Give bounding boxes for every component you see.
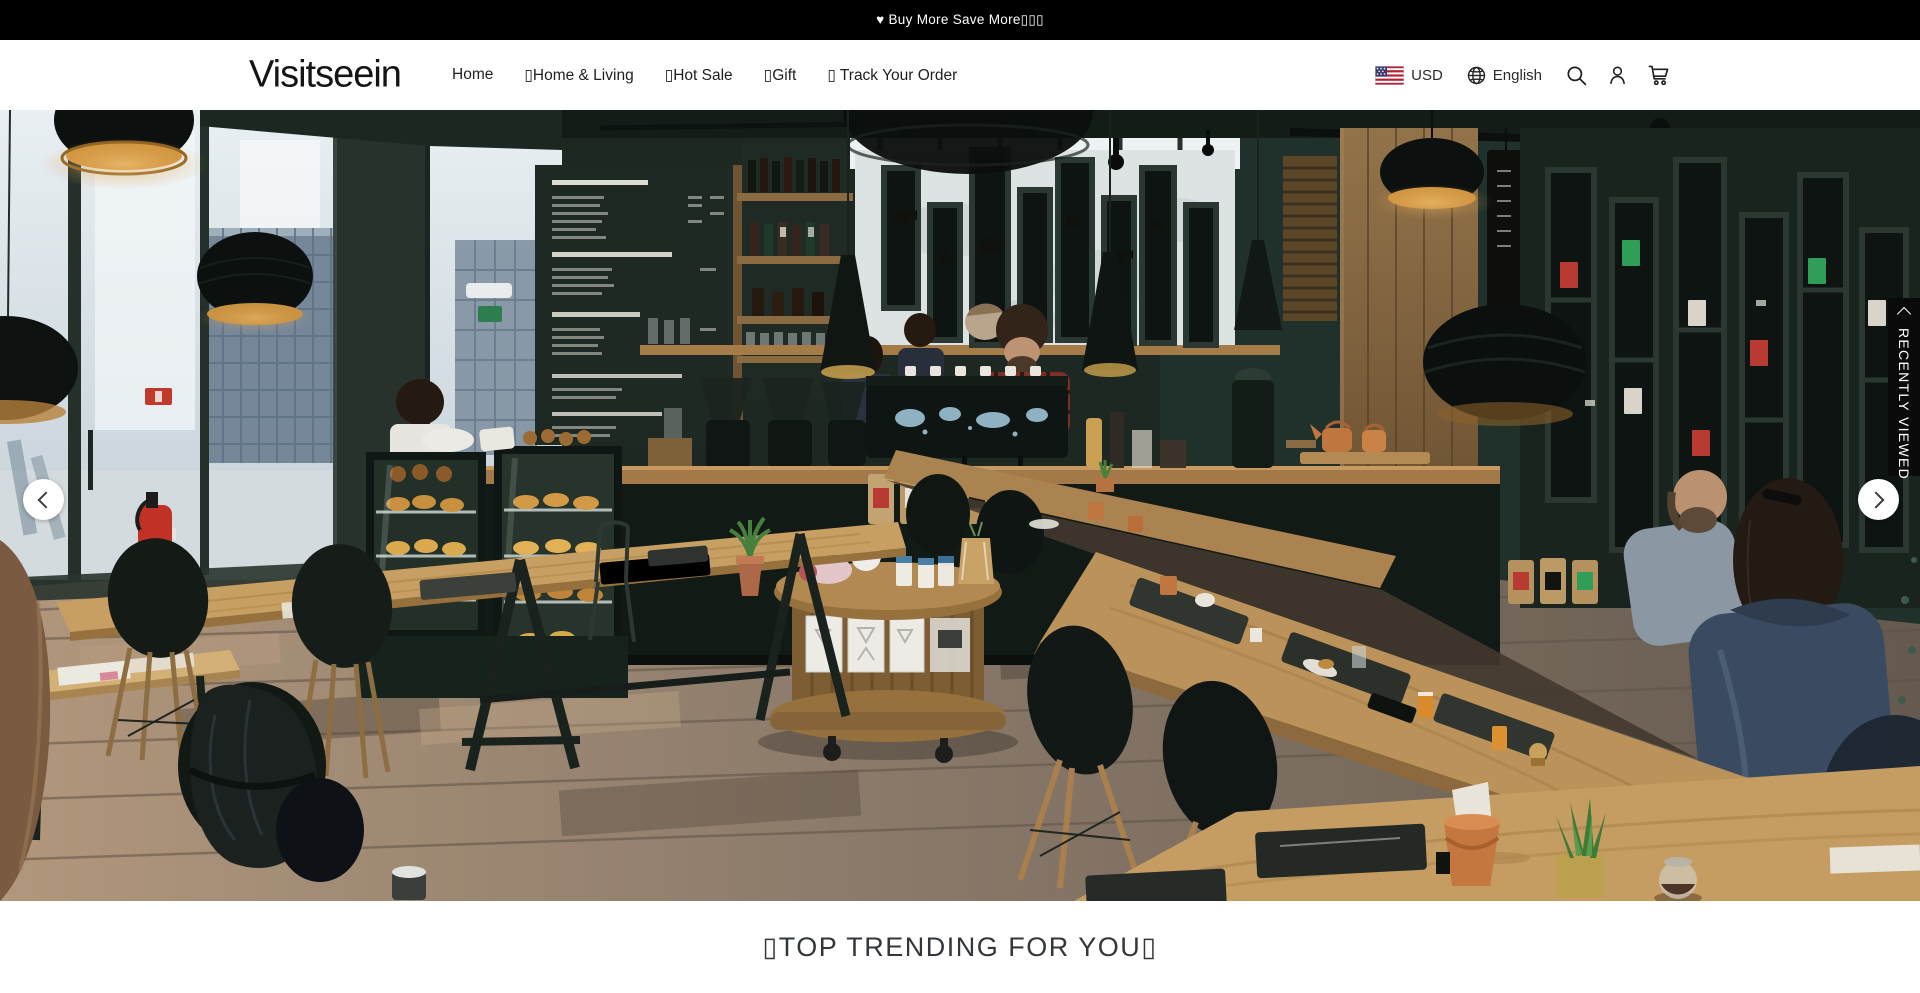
site-header: Visitseein Home ▯Home & Living ▯Hot Sale… — [0, 40, 1920, 110]
site-logo[interactable]: Visitseein — [249, 54, 401, 97]
trending-heading: ▯TOP TRENDING FOR YOU▯ — [762, 932, 1157, 963]
nav-item-track-order[interactable]: ▯ Track Your Order — [827, 66, 957, 85]
cart-icon — [1647, 64, 1670, 86]
us-flag-icon — [1375, 66, 1404, 85]
nav-item-home[interactable]: Home — [452, 66, 493, 84]
nav-item-gift[interactable]: ▯Gift — [764, 66, 797, 85]
account-icon — [1607, 64, 1628, 86]
header-controls: USD English — [1375, 40, 1670, 110]
search-button[interactable] — [1565, 64, 1588, 87]
hero-carousel: RECENTLY VIEWED — [0, 110, 1920, 901]
currency-selector[interactable]: USD — [1375, 66, 1443, 85]
nav-item-home-living[interactable]: ▯Home & Living — [524, 66, 633, 85]
language-label: English — [1493, 67, 1542, 84]
language-selector[interactable]: English — [1467, 66, 1542, 85]
account-button[interactable] — [1607, 64, 1628, 86]
chevron-up-icon — [1897, 307, 1911, 321]
cart-button[interactable] — [1647, 64, 1670, 86]
globe-icon — [1467, 66, 1486, 85]
recently-viewed-tab[interactable]: RECENTLY VIEWED — [1888, 298, 1920, 476]
carousel-prev-button[interactable] — [23, 479, 64, 520]
carousel-next-button[interactable] — [1858, 479, 1899, 520]
main-nav: Home ▯Home & Living ▯Hot Sale ▯Gift ▯ Tr… — [452, 40, 957, 110]
announcement-bar: ♥ Buy More Save More▯▯▯ — [0, 0, 1920, 40]
announcement-text: ♥ Buy More Save More▯▯▯ — [876, 12, 1044, 28]
chevron-left-icon — [38, 491, 55, 508]
trending-section: ▯TOP TRENDING FOR YOU▯ — [0, 901, 1920, 993]
recently-viewed-label: RECENTLY VIEWED — [1897, 328, 1911, 480]
currency-code: USD — [1411, 67, 1443, 84]
hero-image — [0, 110, 1920, 901]
chevron-right-icon — [1868, 491, 1885, 508]
nav-item-hot-sale[interactable]: ▯Hot Sale — [665, 66, 733, 85]
search-icon — [1565, 64, 1588, 87]
